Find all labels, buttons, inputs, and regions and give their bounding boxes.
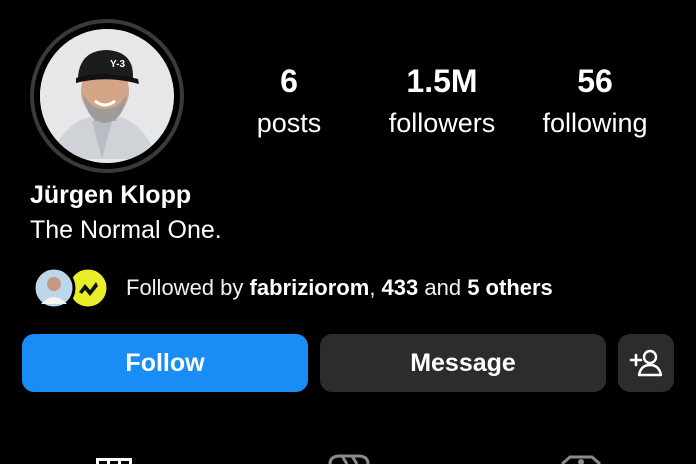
grid-icon[interactable] (96, 458, 132, 464)
followers-count: 1.5M (406, 63, 478, 99)
mutual-others-link[interactable]: 5 others (467, 275, 553, 300)
profile-bio: The Normal One. (30, 216, 222, 244)
reels-icon[interactable] (328, 454, 370, 464)
mutual-count[interactable]: 433 (382, 275, 419, 300)
followers-label: followers (388, 108, 496, 138)
posts-count: 6 (280, 63, 298, 99)
stat-followers[interactable]: 1.5M followers (372, 62, 512, 140)
profile-name: Jürgen Klopp (30, 181, 192, 209)
mutual-separator: , (369, 275, 382, 300)
mutual-followers-text[interactable]: Followed by fabriziorom, 433 and 5 other… (126, 274, 553, 302)
add-user-icon (629, 349, 663, 377)
mutual-followers-avatars[interactable] (32, 266, 112, 310)
svg-text:Y-3: Y-3 (110, 59, 125, 70)
stat-posts[interactable]: 6 posts (219, 62, 359, 140)
following-label: following (542, 108, 648, 138)
posts-label: posts (256, 108, 322, 138)
stat-following[interactable]: 56 following (525, 62, 665, 140)
mutual-avatar-stack (32, 266, 110, 310)
profile-photo-illustration: Y-3 (40, 29, 170, 159)
message-button[interactable]: Message (320, 334, 606, 392)
tagged-icon[interactable] (561, 455, 601, 464)
profile-photo: Y-3 (40, 29, 174, 163)
add-user-button[interactable] (618, 334, 674, 392)
follow-button[interactable]: Follow (22, 334, 308, 392)
profile-tab-icons (96, 454, 601, 464)
profile-tabs (0, 448, 696, 464)
mutual-user-link[interactable]: fabriziorom (250, 275, 370, 300)
profile-avatar[interactable]: Y-3 (30, 19, 184, 173)
mutual-middle: and (418, 275, 468, 300)
mutual-prefix: Followed by (126, 275, 250, 300)
following-count: 56 (577, 63, 613, 99)
